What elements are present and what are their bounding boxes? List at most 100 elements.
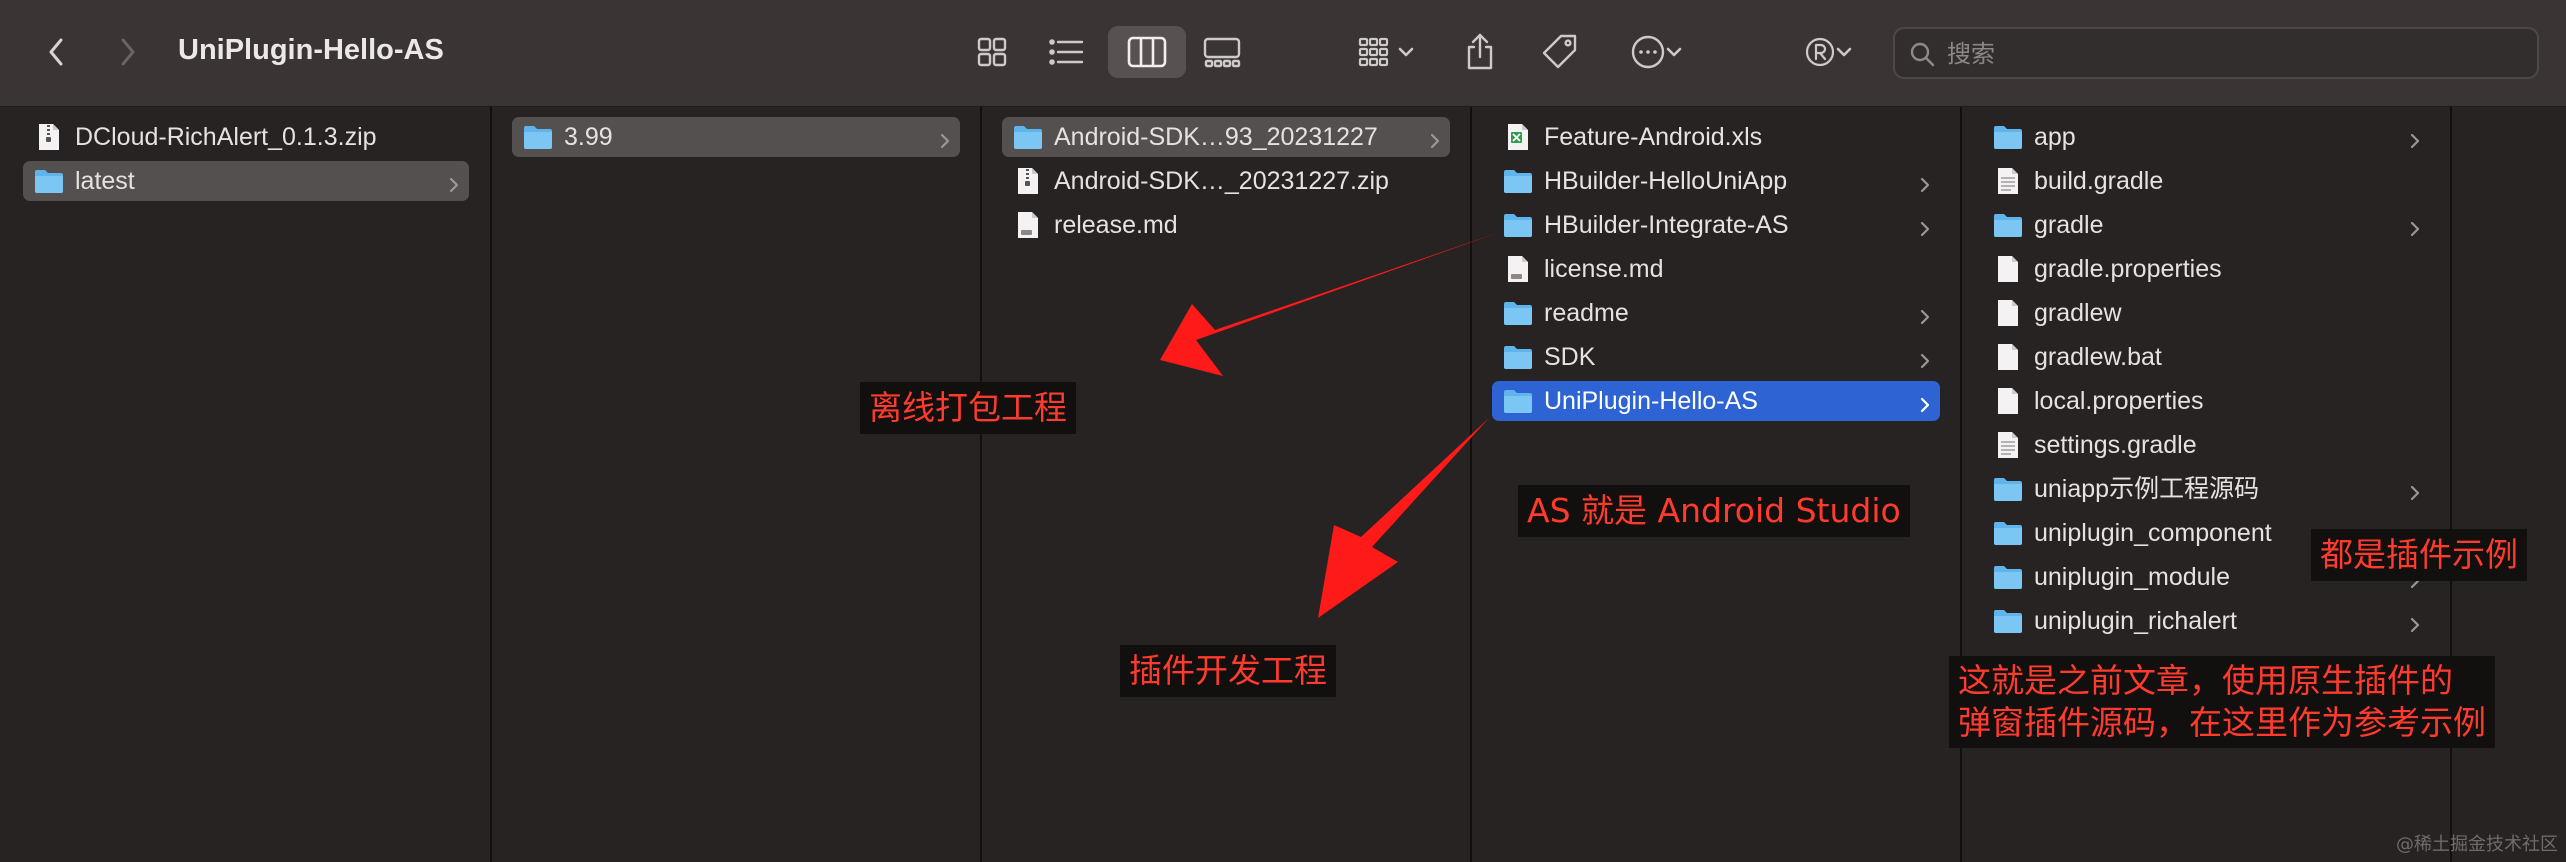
disclosure-chevron-icon (1920, 392, 1930, 413)
disclosure-chevron-icon (2410, 216, 2420, 237)
file-list-item[interactable]: gradlew (1982, 293, 2430, 333)
folder-icon (1502, 166, 1534, 196)
list-view-icon (1048, 37, 1084, 67)
chevron-down-icon (1398, 46, 1414, 58)
chevron-down-icon (1666, 46, 1682, 58)
folder-icon (1502, 298, 1534, 328)
file-list-item[interactable]: SDK (1492, 337, 1940, 377)
file-list-item[interactable]: gradle (1982, 205, 2430, 245)
file-name: local.properties (2034, 387, 2204, 415)
tag-icon (1541, 33, 1579, 71)
markdown-file-icon (1502, 254, 1534, 284)
more-actions-button[interactable] (1620, 26, 1692, 78)
tag-button[interactable] (1536, 26, 1584, 78)
file-name: DCloud-RichAlert_0.1.3.zip (75, 123, 377, 151)
search-input[interactable] (1945, 29, 2509, 79)
list-view-button[interactable] (1044, 26, 1088, 78)
file-list-item[interactable]: HBuilder-Integrate-AS (1492, 205, 1940, 245)
file-list-item[interactable]: build.gradle (1982, 161, 2430, 201)
file-list-item[interactable]: Feature-Android.xls (1492, 117, 1940, 157)
spreadsheet-file-icon (1502, 122, 1534, 152)
disclosure-chevron-icon (1920, 172, 1930, 193)
column-5[interactable]: app build.gradle gradle gradle.properties gr… (1962, 107, 2452, 862)
file-list-item[interactable]: gradle.properties (1982, 249, 2430, 289)
file-list-item[interactable]: local.properties (1982, 381, 2430, 421)
file-name: uniplugin_richalert (2034, 607, 2237, 635)
file-list-item[interactable]: uniapp示例工程源码 (1982, 469, 2430, 509)
forward-button[interactable] (106, 30, 150, 74)
gallery-view-button[interactable] (1198, 26, 1246, 78)
file-name: SDK (1544, 343, 1596, 371)
file-list-item[interactable]: uniplugin_richalert (1982, 601, 2430, 641)
file-list-item[interactable]: DCloud-RichAlert_0.1.3.zip (23, 117, 469, 157)
search-icon (1909, 41, 1935, 72)
folder-icon (522, 122, 554, 152)
file-name: app (2034, 123, 2076, 151)
file-name: uniapp示例工程源码 (2034, 475, 2260, 503)
folder-icon (1992, 474, 2024, 504)
file-name: Android-SDK…93_20231227 (1054, 123, 1378, 151)
file-list-item[interactable]: readme (1492, 293, 1940, 333)
annotation-plugin-development: 插件开发工程 (1120, 645, 1336, 697)
disclosure-chevron-icon (2410, 128, 2420, 149)
annotation-as-meaning: AS 就是 Android Studio (1518, 485, 1910, 537)
file-list-item[interactable]: latest (23, 161, 469, 201)
file-name: gradle (2034, 211, 2104, 239)
disclosure-chevron-icon (940, 128, 950, 149)
file-name: readme (1544, 299, 1629, 327)
column-view-icon (1127, 36, 1167, 68)
file-name: Android-SDK…_20231227.zip (1054, 167, 1389, 195)
file-list-item[interactable]: 3.99 (512, 117, 960, 157)
file-list-item[interactable]: license.md (1492, 249, 1940, 289)
annotation-plugin-examples: 都是插件示例 (2311, 529, 2527, 581)
window-title: UniPlugin-Hello-AS (178, 34, 444, 66)
file-name: Feature-Android.xls (1544, 123, 1763, 151)
file-list-item[interactable]: Android-SDK…_20231227.zip (1002, 161, 1450, 201)
file-icon (1992, 342, 2024, 372)
file-icon (1992, 386, 2024, 416)
file-list-item[interactable]: UniPlugin-Hello-AS (1492, 381, 1940, 421)
column-3[interactable]: Android-SDK…93_20231227 Android-SDK…_2023… (982, 107, 1472, 862)
disclosure-chevron-icon (1920, 304, 1930, 325)
file-name: HBuilder-HelloUniApp (1544, 167, 1788, 195)
folder-icon (33, 166, 65, 196)
back-button[interactable] (34, 30, 78, 74)
disclosure-chevron-icon (449, 172, 459, 193)
file-list-item[interactable]: gradlew.bat (1982, 337, 2430, 377)
markdown-file-icon (1012, 210, 1044, 240)
folder-icon (1502, 386, 1534, 416)
disclosure-chevron-icon (1920, 216, 1930, 237)
search-field[interactable] (1893, 27, 2539, 79)
column-1[interactable]: DCloud-RichAlert_0.1.3.ziplatest (0, 107, 492, 862)
group-by-button[interactable] (1346, 26, 1426, 78)
icon-view-button[interactable] (970, 26, 1014, 78)
file-list-item[interactable]: Android-SDK…93_20231227 (1002, 117, 1450, 157)
folder-icon (1992, 210, 2024, 240)
chevron-left-icon (48, 38, 64, 66)
file-name: HBuilder-Integrate-AS (1544, 211, 1789, 239)
gallery-view-icon (1202, 36, 1242, 68)
column-view-button[interactable] (1108, 26, 1186, 78)
disclosure-chevron-icon (1920, 348, 1930, 369)
column-2[interactable]: 3.99 (492, 107, 982, 862)
annotation-popup-source-line1: 这就是之前文章，使用原生插件的 (1958, 661, 2453, 700)
file-name: license.md (1544, 255, 1664, 283)
extension-button[interactable] (1796, 26, 1860, 78)
share-button[interactable] (1458, 26, 1502, 78)
file-name: latest (75, 167, 135, 195)
file-list-item[interactable]: settings.gradle (1982, 425, 2430, 465)
file-name: gradlew.bat (2034, 343, 2162, 371)
disclosure-chevron-icon (2410, 612, 2420, 633)
chevron-down-icon (1836, 46, 1852, 58)
file-icon (1992, 254, 2024, 284)
file-name: UniPlugin-Hello-AS (1544, 387, 1758, 415)
zip-file-icon (33, 122, 65, 152)
text-file-icon (1992, 430, 2024, 460)
file-list-item[interactable]: app (1982, 117, 2430, 157)
annotation-offline-packaging: 离线打包工程 (860, 382, 1076, 434)
file-list-item[interactable]: HBuilder-HelloUniApp (1492, 161, 1940, 201)
file-name: gradlew (2034, 299, 2122, 327)
file-name: gradle.properties (2034, 255, 2222, 283)
watermark: @稀土掘金技术社区 (2396, 834, 2558, 855)
file-list-item[interactable]: release.md (1002, 205, 1450, 245)
